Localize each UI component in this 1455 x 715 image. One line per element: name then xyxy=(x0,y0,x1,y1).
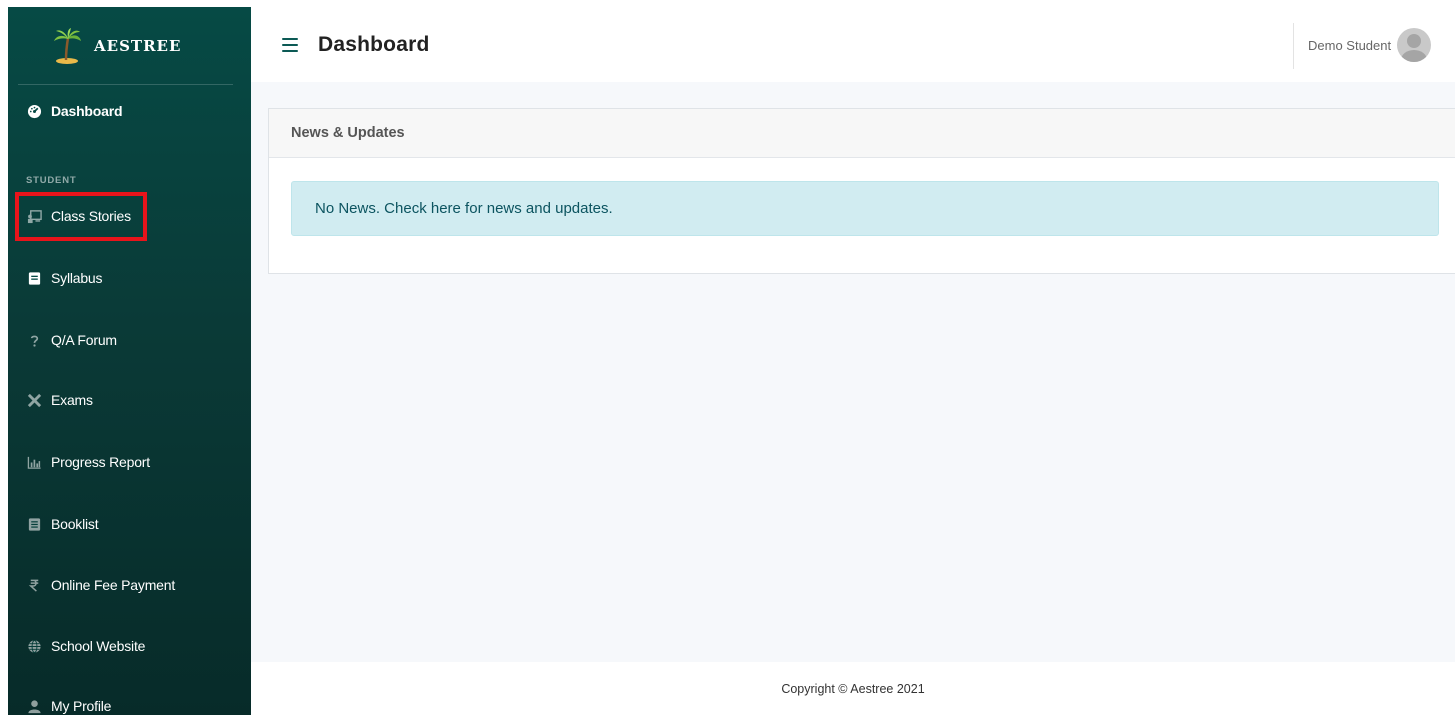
question-icon xyxy=(26,332,42,348)
sidebar-item-progress-report[interactable]: Progress Report xyxy=(8,444,251,480)
sidebar-item-label: Syllabus xyxy=(51,270,103,286)
sidebar-item-label: Online Fee Payment xyxy=(51,577,176,593)
sidebar-item-exams[interactable]: Exams xyxy=(8,382,251,418)
user-icon xyxy=(26,698,42,714)
sidebar-item-label: School Website xyxy=(51,638,146,654)
palm-tree-icon xyxy=(54,28,81,64)
sidebar-item-syllabus[interactable]: Syllabus xyxy=(8,260,251,296)
user-name: Demo Student xyxy=(1308,37,1392,53)
sidebar-item-label: Class Stories xyxy=(51,208,131,224)
gauge-icon xyxy=(26,103,42,119)
main-content: News & Updates No News. Check here for n… xyxy=(251,82,1455,662)
sidebar-item-my-profile[interactable]: My Profile xyxy=(8,688,251,715)
rupee-icon xyxy=(26,577,42,593)
sidebar-item-qa-forum[interactable]: Q/A Forum xyxy=(8,322,251,358)
copyright-text: Copyright © Aestree 2021 xyxy=(781,681,925,696)
brand[interactable]: AESTREE xyxy=(8,7,251,85)
globe-icon xyxy=(26,638,42,654)
book-list-icon xyxy=(26,516,42,532)
sidebar-item-label: Booklist xyxy=(51,516,99,532)
sidebar-item-label: Dashboard xyxy=(51,103,123,119)
sidebar-item-label: Exams xyxy=(51,392,93,408)
brand-name: AESTREE xyxy=(94,37,182,55)
sidebar-item-online-fee-payment[interactable]: Online Fee Payment xyxy=(8,567,251,603)
sidebar: AESTREE Dashboard STUDENT Class Stories … xyxy=(8,7,251,715)
bar-chart-icon xyxy=(26,454,42,470)
sidebar-item-school-website[interactable]: School Website xyxy=(8,628,251,664)
sidebar-section-heading: STUDENT xyxy=(26,175,77,186)
sidebar-item-dashboard[interactable]: Dashboard xyxy=(8,93,251,129)
news-alert: No News. Check here for news and updates… xyxy=(291,181,1439,236)
topbar-divider xyxy=(1293,23,1294,69)
topbar: Dashboard Demo Student xyxy=(251,7,1455,82)
news-card: News & Updates No News. Check here for n… xyxy=(268,108,1455,274)
card-title: News & Updates xyxy=(269,109,1455,158)
sidebar-item-class-stories[interactable]: Class Stories xyxy=(8,198,251,234)
sidebar-item-label: Progress Report xyxy=(51,454,150,470)
sidebar-item-label: Q/A Forum xyxy=(51,332,117,348)
sidebar-item-booklist[interactable]: Booklist xyxy=(8,506,251,542)
page-title: Dashboard xyxy=(318,32,430,56)
brand-divider xyxy=(18,84,233,85)
avatar xyxy=(1397,28,1432,62)
chalkboard-teacher-icon xyxy=(26,208,42,224)
user-menu[interactable]: Demo Student xyxy=(1308,28,1432,62)
pencil-ruler-icon xyxy=(26,392,42,408)
book-icon xyxy=(26,270,42,286)
window-edge xyxy=(0,0,8,715)
footer: Copyright © Aestree 2021 xyxy=(251,662,1455,715)
menu-toggle-icon[interactable] xyxy=(282,37,298,52)
sidebar-item-label: My Profile xyxy=(51,698,112,714)
